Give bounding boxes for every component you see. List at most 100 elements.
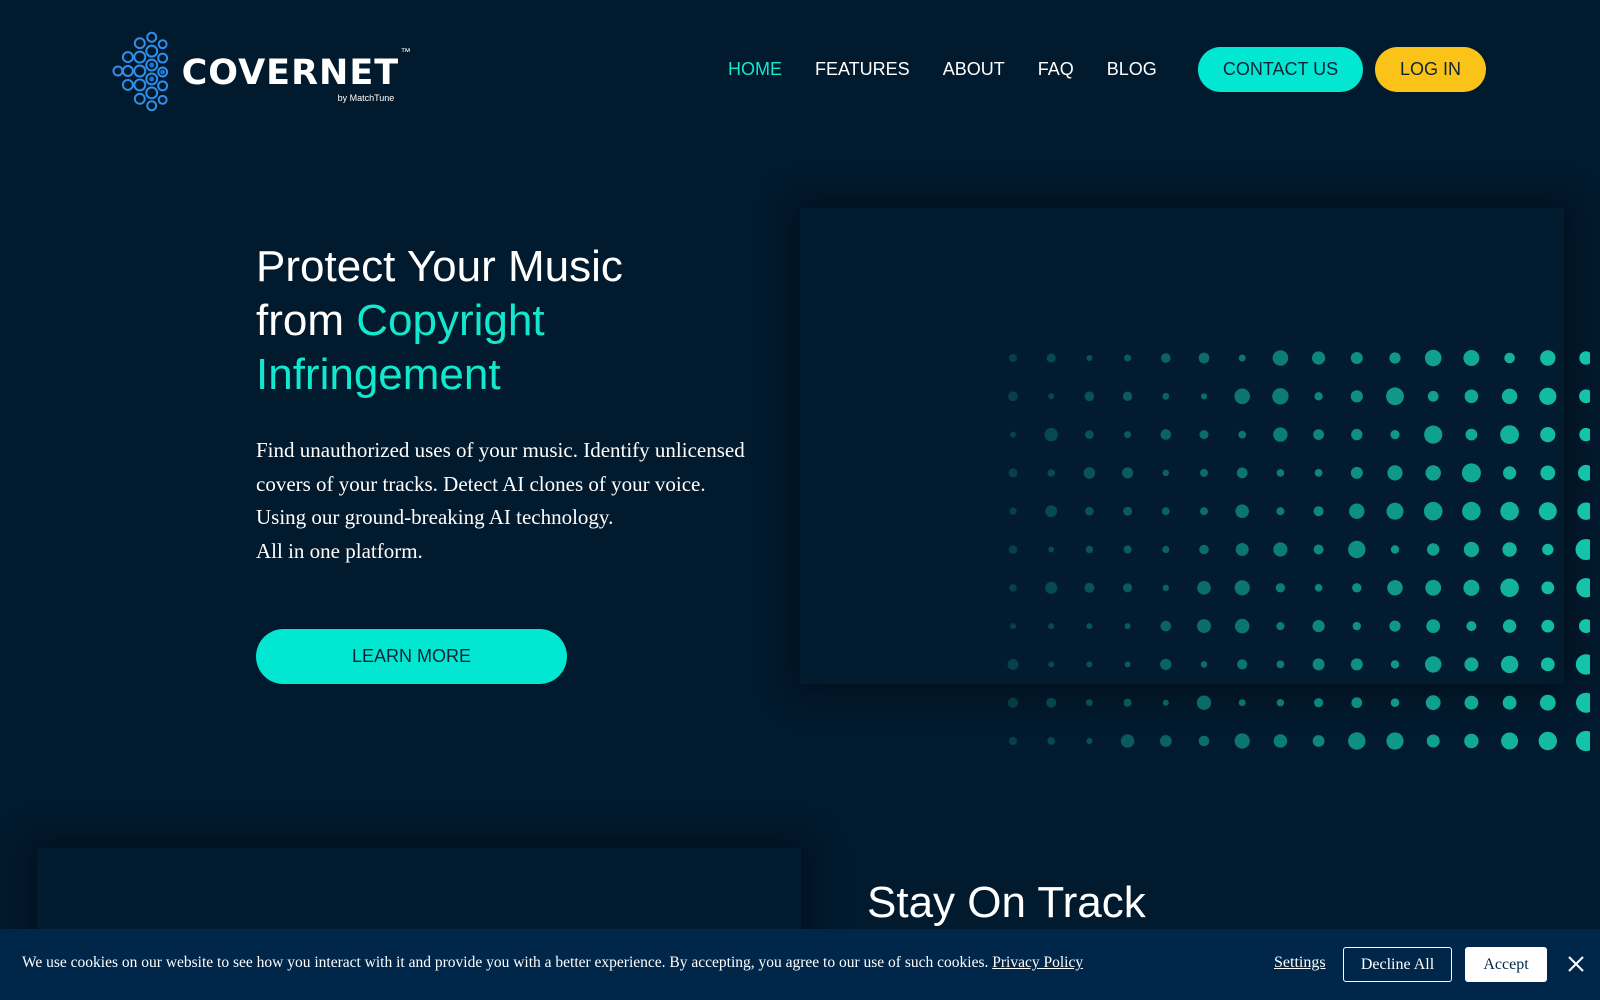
matrix-dot xyxy=(1500,578,1519,598)
brand-byline: by MatchTune xyxy=(337,93,395,103)
matrix-dot xyxy=(1198,735,1210,747)
matrix-dot xyxy=(1124,354,1132,362)
close-icon[interactable] xyxy=(1566,954,1586,974)
matrix-dot xyxy=(1500,501,1519,521)
matrix-dot xyxy=(1236,467,1248,479)
matrix-dot xyxy=(1047,469,1055,477)
matrix-dot xyxy=(1500,425,1519,444)
matrix-dot xyxy=(1123,545,1132,554)
hero-title-from: from xyxy=(256,296,357,345)
matrix-dot xyxy=(1199,430,1209,440)
matrix-dot xyxy=(1048,393,1055,400)
hero-title-accent-infringement: Infringement xyxy=(256,350,501,399)
matrix-dot xyxy=(1352,621,1361,631)
matrix-dot xyxy=(1009,354,1017,362)
matrix-dot xyxy=(1046,353,1056,363)
matrix-dot xyxy=(1501,732,1519,750)
matrix-dot xyxy=(1162,392,1170,400)
matrix-dot xyxy=(1198,352,1210,364)
matrix-dot xyxy=(1048,661,1055,668)
matrix-dot xyxy=(1010,431,1016,438)
matrix-dot xyxy=(1386,732,1404,750)
matrix-dot xyxy=(1579,351,1590,365)
matrix-dot xyxy=(1197,619,1211,634)
nav-blog[interactable]: BLOG xyxy=(1107,59,1157,80)
site-header: COVERNET ™ by MatchTune HOME FEATURES AB… xyxy=(0,0,1600,140)
matrix-dot xyxy=(1540,350,1556,366)
matrix-dot xyxy=(1350,352,1363,364)
matrix-dot xyxy=(1349,503,1365,519)
matrix-dot xyxy=(1276,469,1285,477)
matrix-dot xyxy=(1313,506,1324,517)
login-button[interactable]: LOG IN xyxy=(1375,47,1486,92)
cookie-banner: We use cookies on our website to see how… xyxy=(0,929,1600,1000)
matrix-dot xyxy=(1045,505,1058,518)
matrix-dot xyxy=(1424,349,1442,367)
nav-faq[interactable]: FAQ xyxy=(1038,59,1074,80)
nav-home[interactable]: HOME xyxy=(728,59,782,80)
matrix-dot xyxy=(1577,502,1590,520)
matrix-dot xyxy=(1008,736,1018,746)
cookie-settings-link[interactable]: Settings xyxy=(1274,954,1326,972)
hero-description-line3: All in one platform. xyxy=(256,538,423,563)
matrix-dot xyxy=(1504,352,1515,364)
matrix-dot xyxy=(1427,390,1439,402)
matrix-dot xyxy=(1464,657,1479,672)
matrix-dot xyxy=(1312,351,1326,365)
matrix-dot xyxy=(1313,429,1324,440)
matrix-dot xyxy=(1085,545,1094,554)
hexagon-globe-icon xyxy=(112,31,169,112)
matrix-dot xyxy=(1234,388,1250,405)
matrix-dot xyxy=(1463,350,1480,366)
brand-wordmark: COVERNET ™ by MatchTune xyxy=(182,41,411,103)
matrix-dot xyxy=(1313,544,1324,555)
brand-logo[interactable]: COVERNET ™ by MatchTune xyxy=(110,28,411,114)
hero-description-line2: Using our ground-breaking AI technology. xyxy=(256,505,614,529)
hero-title-accent-copyright: Copyright xyxy=(356,296,545,345)
matrix-dot xyxy=(1160,658,1172,671)
matrix-dot xyxy=(1540,427,1556,443)
matrix-dot xyxy=(1579,427,1590,442)
matrix-dot xyxy=(1123,698,1132,707)
nav-features[interactable]: FEATURES xyxy=(815,59,910,80)
matrix-dot xyxy=(1083,467,1096,479)
contact-us-button[interactable]: CONTACT US xyxy=(1198,47,1363,92)
matrix-dot xyxy=(1238,354,1246,362)
matrix-dot xyxy=(1160,429,1172,440)
matrix-dot xyxy=(1237,659,1248,670)
matrix-dot xyxy=(1085,506,1094,516)
matrix-dot xyxy=(1276,507,1285,516)
matrix-dot xyxy=(1578,464,1590,481)
matrix-dot xyxy=(1386,387,1404,406)
matrix-dot xyxy=(1502,542,1517,557)
learn-more-button[interactable]: LEARN MORE xyxy=(256,629,567,684)
matrix-dot xyxy=(1048,623,1055,630)
matrix-dot xyxy=(1273,542,1288,557)
matrix-dot xyxy=(1161,507,1170,516)
matrix-dot xyxy=(1425,579,1442,596)
accept-button[interactable]: Accept xyxy=(1465,947,1547,982)
matrix-dot xyxy=(1009,507,1017,515)
matrix-dot xyxy=(1426,734,1440,748)
matrix-dot xyxy=(1466,621,1477,632)
matrix-dot xyxy=(1389,620,1401,632)
matrix-dot xyxy=(1272,350,1289,366)
matrix-dot xyxy=(1235,543,1249,556)
matrix-dot xyxy=(1351,428,1363,441)
matrix-dot xyxy=(1234,733,1250,749)
matrix-dot xyxy=(1008,545,1018,554)
matrix-dot xyxy=(1044,427,1058,442)
matrix-dot xyxy=(1086,623,1093,630)
matrix-dot xyxy=(1464,389,1479,404)
matrix-dot xyxy=(1162,469,1169,477)
nav-about[interactable]: ABOUT xyxy=(943,59,1005,80)
matrix-dot xyxy=(1462,501,1481,521)
matrix-dot xyxy=(1576,692,1590,713)
matrix-dot xyxy=(1387,580,1403,596)
matrix-dot xyxy=(1084,391,1095,402)
matrix-dot xyxy=(1197,581,1211,595)
matrix-dot xyxy=(1464,695,1479,710)
matrix-dot xyxy=(1461,463,1481,483)
decline-all-button[interactable]: Decline All xyxy=(1343,947,1452,982)
privacy-policy-link[interactable]: Privacy Policy xyxy=(992,954,1083,971)
